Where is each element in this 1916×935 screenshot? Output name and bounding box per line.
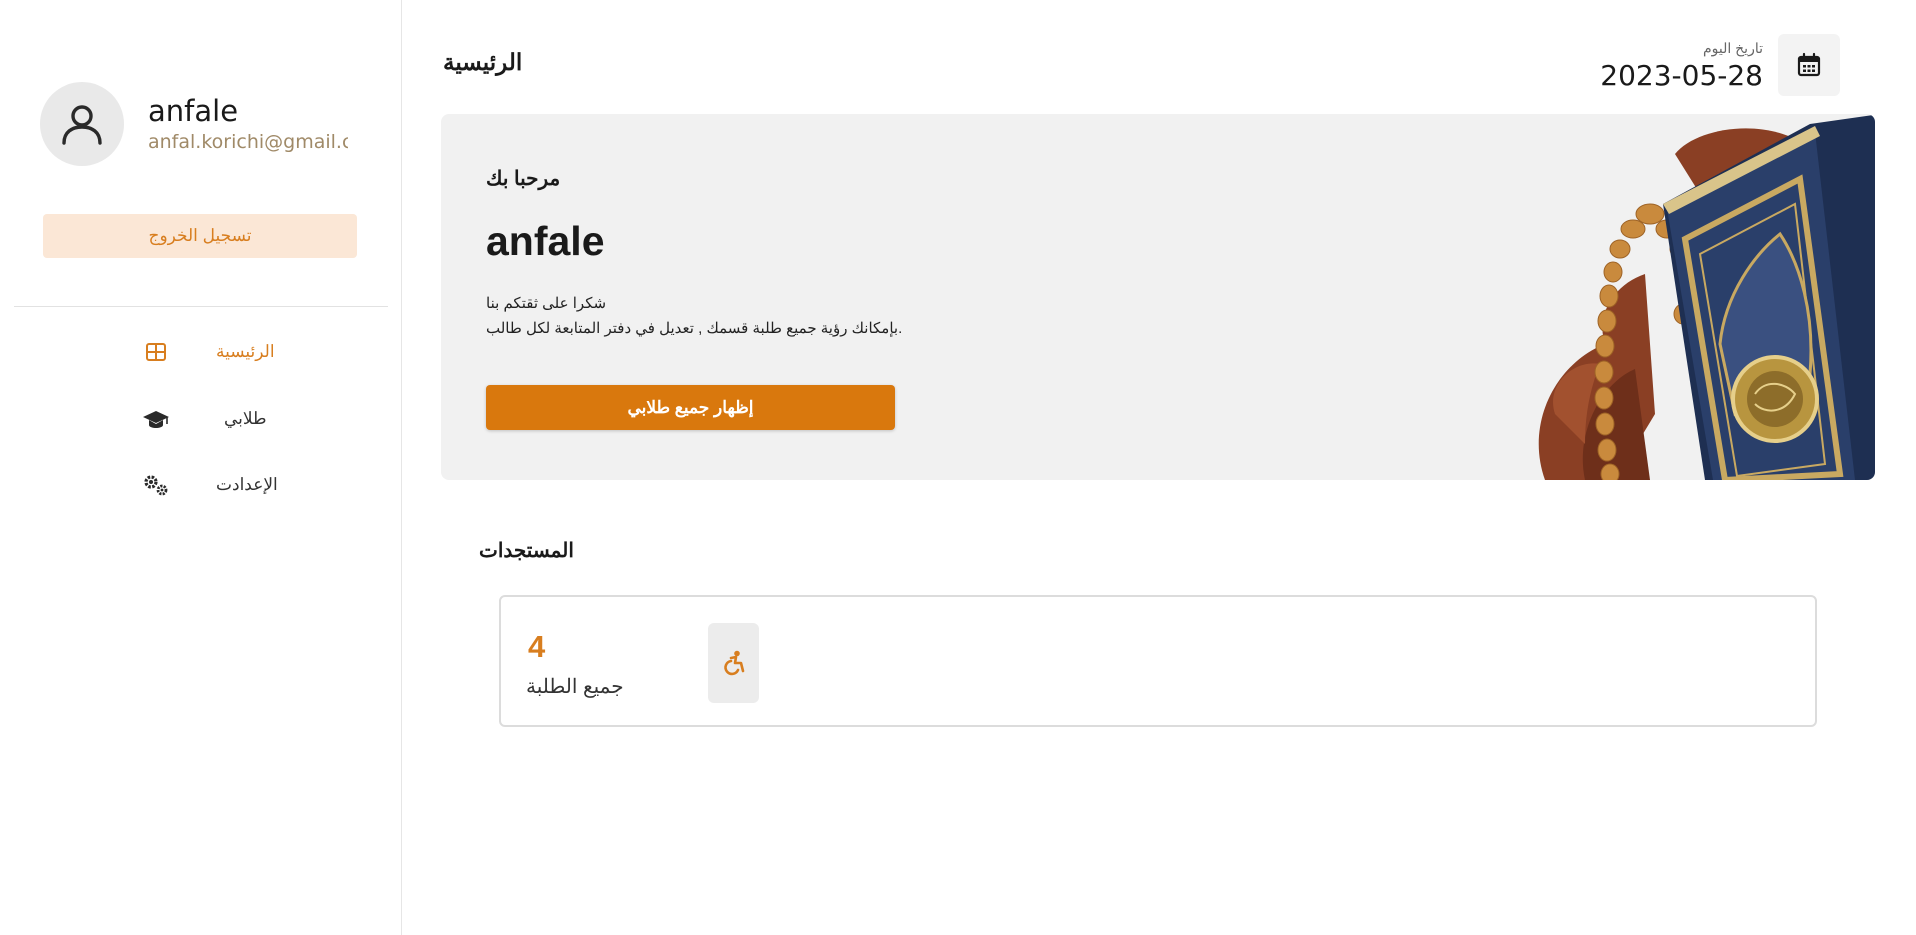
quran-illustration [1538, 114, 1875, 480]
welcome-message-line-2: بإمكانك رؤية جميع طلبة قسمك , تعديل في د… [486, 320, 903, 337]
sidebar-item-settings[interactable]: الإعدادت [140, 463, 280, 507]
avatar [40, 82, 124, 166]
gears-icon [140, 469, 172, 501]
welcome-user-name: anfale [486, 218, 605, 264]
sidebar: anfale anfal.korichi@gmail.co تسجيل الخر… [0, 0, 402, 935]
sidebar-item-students[interactable]: طلابي [140, 397, 280, 441]
sidebar-item-label: الإعدادت [216, 475, 278, 494]
calendar-icon [1797, 52, 1821, 77]
updates-section-title: المستجدات [479, 540, 574, 562]
user-icon [62, 105, 102, 145]
date-display: تاريخ اليوم 2023-05-28 [1600, 40, 1763, 92]
welcome-text: مرحبا بك [486, 168, 561, 190]
graduation-cap-icon [140, 403, 172, 435]
date-caption: تاريخ اليوم [1702, 40, 1763, 56]
stat-icon-box [708, 623, 759, 703]
user-email: anfal.korichi@gmail.co [148, 130, 348, 153]
stats-card: 4 جميع الطلبة [499, 595, 1817, 727]
accessible-icon [723, 650, 744, 676]
welcome-message-line-1: شكرا على ثقتكم بنا [486, 295, 607, 312]
grid-icon [140, 336, 172, 368]
students-count: 4 [528, 629, 546, 664]
sidebar-item-label: طلابي [224, 409, 267, 428]
sidebar-item-home[interactable]: الرئيسية [140, 330, 280, 374]
page-title: الرئيسية [443, 49, 523, 75]
date-value: 2023-05-28 [1600, 59, 1763, 92]
user-profile: anfale anfal.korichi@gmail.co [40, 82, 348, 166]
welcome-banner: مرحبا بك anfale شكرا على ثقتكم بنا بإمكا… [441, 114, 1875, 480]
sidebar-item-label: الرئيسية [216, 342, 275, 361]
logout-button[interactable]: تسجيل الخروج [43, 214, 357, 258]
user-name: anfale [148, 94, 239, 129]
app: anfale anfal.korichi@gmail.co تسجيل الخر… [0, 0, 1916, 935]
show-all-students-button[interactable]: إظهار جميع طلابي [486, 385, 895, 430]
students-count-label: جميع الطلبة [526, 676, 624, 698]
sidebar-divider [14, 306, 388, 307]
calendar-button[interactable] [1778, 34, 1840, 96]
